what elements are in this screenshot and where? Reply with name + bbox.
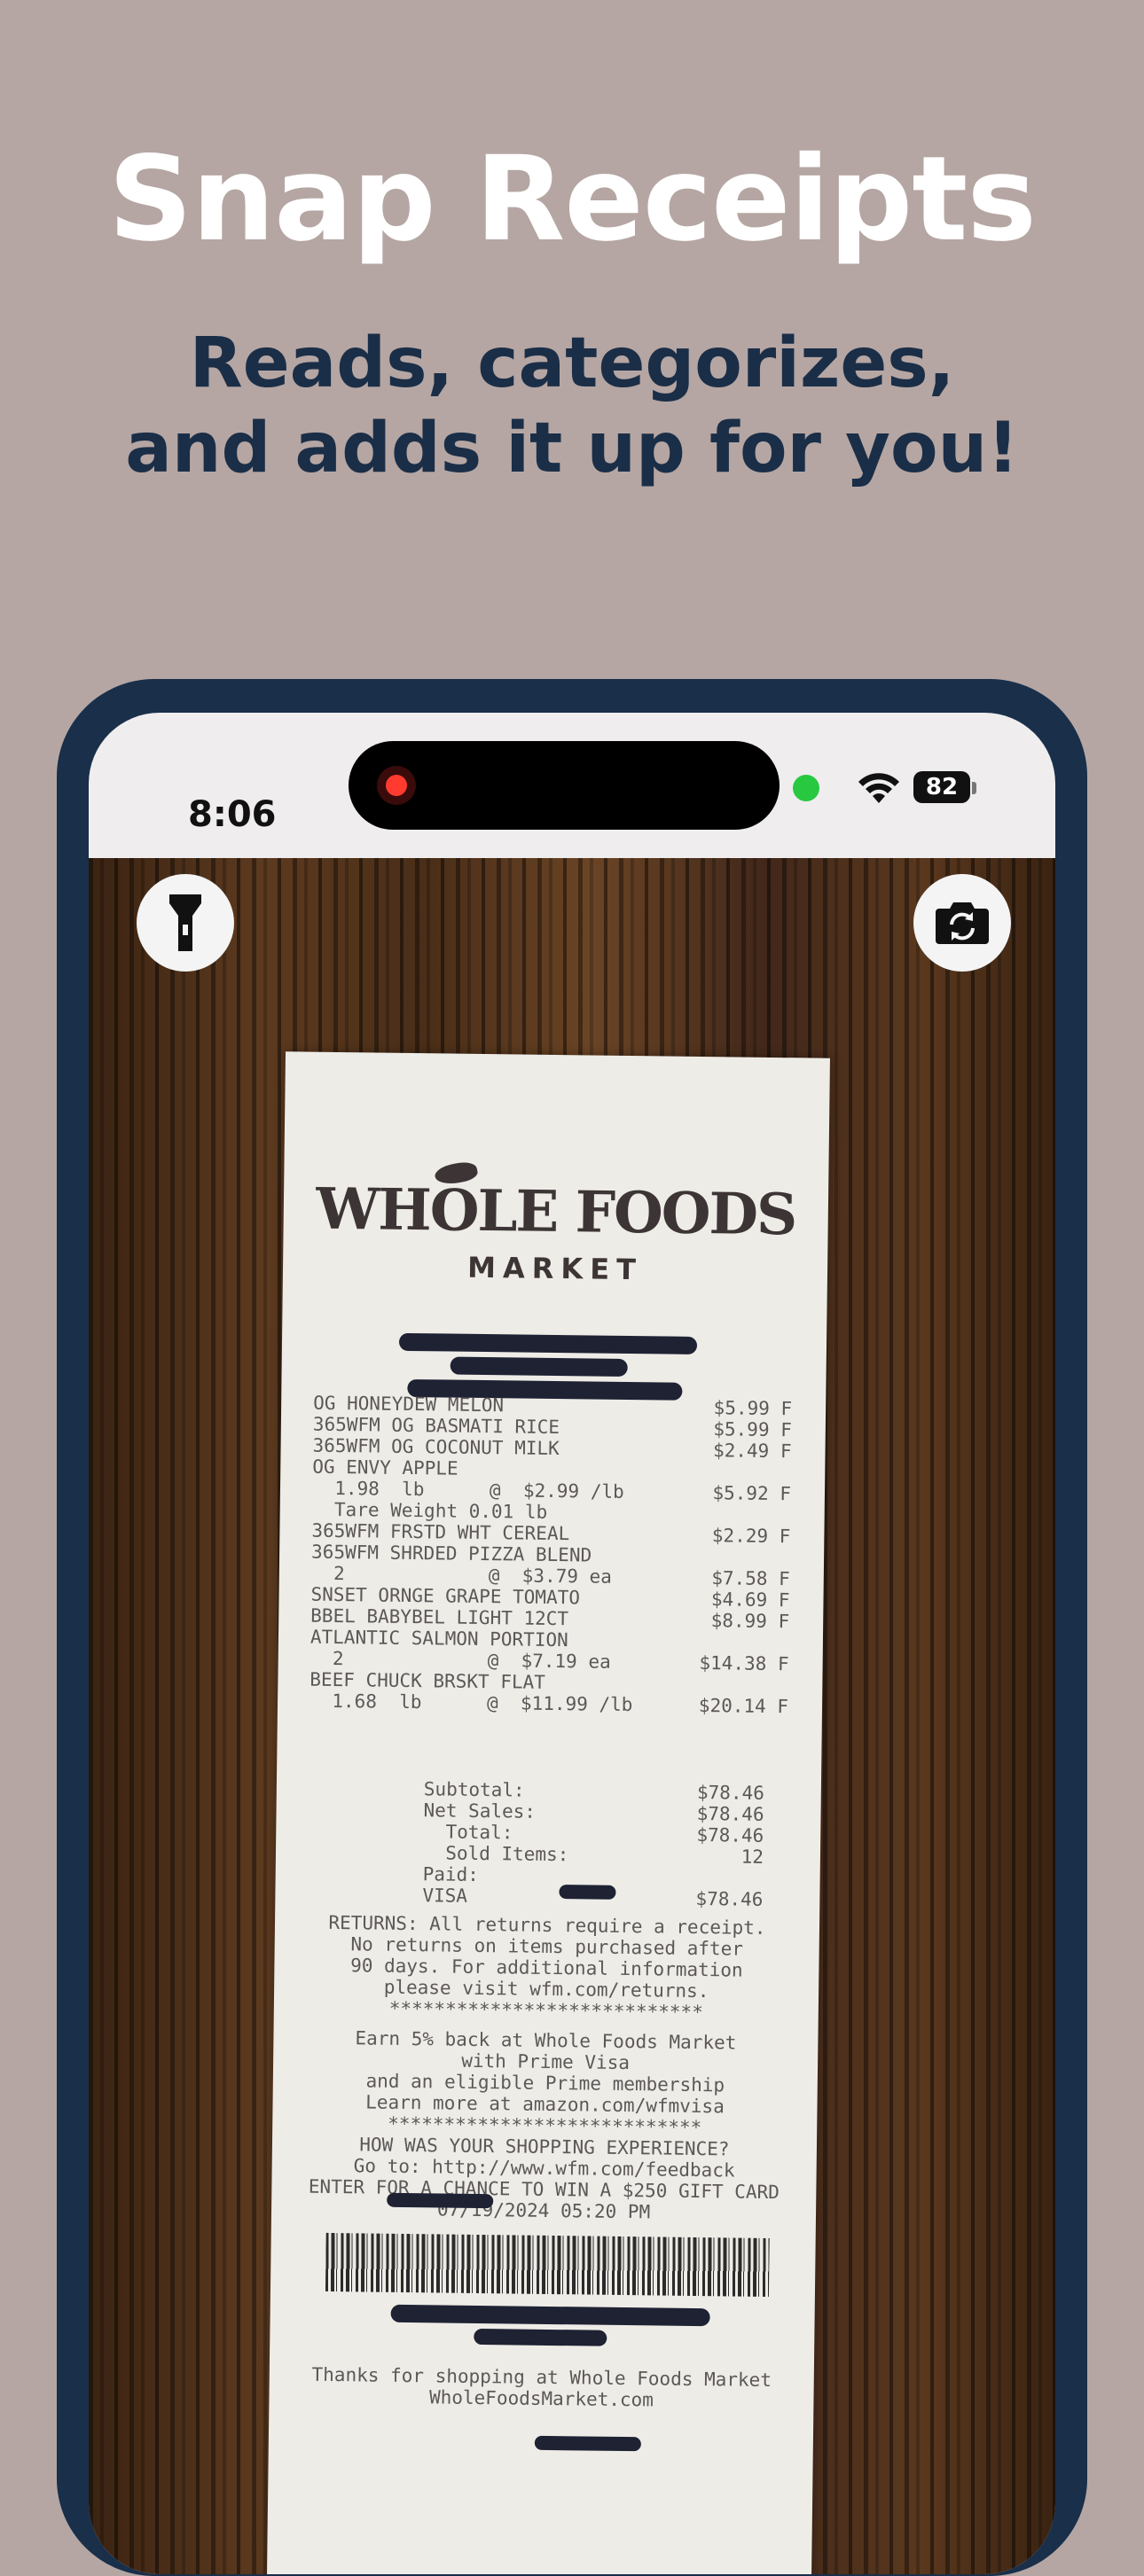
item-name: OG HONEYDEW MELON bbox=[313, 1392, 505, 1417]
phone-frame: 8:06 82 WHOLE FOODS MARKET OG HONEYDEW M… bbox=[57, 679, 1087, 2576]
flashlight-icon bbox=[169, 894, 201, 951]
item-name: Tare Weight 0.01 lb bbox=[311, 1498, 548, 1523]
item-price: $7.58 F bbox=[711, 1567, 790, 1590]
item-price: $4.69 F bbox=[710, 1589, 790, 1612]
item-price: $8.99 F bbox=[710, 1610, 790, 1633]
receipt-photo: WHOLE FOODS MARKET OG HONEYDEW MELON $5.9… bbox=[266, 1051, 830, 2574]
flip-camera-icon bbox=[936, 902, 989, 944]
item-price: $5.99 F bbox=[713, 1397, 793, 1420]
item-price: $2.29 F bbox=[711, 1525, 791, 1548]
item-name: OG ENVY APPLE bbox=[312, 1456, 458, 1479]
receipt-totals: Subtotal: $78.46 Net Sales: $78.46 Total: $7… bbox=[307, 1777, 787, 1911]
redaction-mark bbox=[390, 2304, 710, 2327]
receipt-brand: WHOLE FOODS bbox=[315, 1175, 796, 1249]
redaction-mark bbox=[450, 1356, 628, 1377]
item-price: $5.92 F bbox=[712, 1482, 792, 1505]
total-value: $78.46 bbox=[696, 1781, 764, 1804]
item-name: 2 bbox=[310, 1647, 344, 1670]
total-label: Sold Items: bbox=[422, 1842, 569, 1866]
receipt-item-list: OG HONEYDEW MELON $5.99 F 365WFM OG BASMAT… bbox=[310, 1393, 792, 1718]
item-name: 1.68 lb bbox=[309, 1690, 422, 1713]
item-unit: @ $2.99 /lb bbox=[489, 1479, 624, 1503]
receipt-survey: **************************** HOW WAS YOUR… bbox=[271, 2112, 817, 2224]
item-name: 2 bbox=[310, 1562, 345, 1585]
battery-icon: 82 bbox=[913, 771, 970, 803]
item-name: 1.98 lb bbox=[311, 1477, 425, 1501]
headline: Snap Receipts bbox=[108, 131, 1037, 268]
redaction-mark bbox=[534, 2435, 641, 2452]
item-price: $2.49 F bbox=[712, 1440, 792, 1463]
total-label: VISA bbox=[422, 1885, 468, 1907]
total-label: Subtotal: bbox=[423, 1778, 525, 1801]
receipt-brand-sub: MARKET bbox=[466, 1250, 644, 1287]
item-unit: @ $11.99 /lb bbox=[486, 1692, 633, 1716]
subhead-line-2: and adds it up for you! bbox=[125, 409, 1019, 488]
battery-tip bbox=[972, 782, 976, 794]
total-value: 12 bbox=[740, 1846, 764, 1868]
camera-viewfinder[interactable]: WHOLE FOODS MARKET OG HONEYDEW MELON $5.9… bbox=[89, 858, 1055, 2574]
redaction-mark bbox=[474, 2328, 607, 2346]
item-name: BBEL BABYBEL LIGHT 12CT bbox=[310, 1604, 569, 1630]
redaction-mark bbox=[387, 2192, 494, 2209]
status-time: 8:06 bbox=[188, 794, 277, 835]
camera-in-use-icon bbox=[793, 775, 819, 801]
total-value: $78.46 bbox=[695, 1887, 764, 1910]
subhead-line-1: Reads, categorizes, bbox=[189, 324, 955, 403]
total-label: Total: bbox=[423, 1821, 513, 1844]
flashlight-button[interactable] bbox=[137, 874, 234, 972]
item-unit: @ $7.19 ea bbox=[487, 1650, 611, 1673]
item-name: 365WFM OG COCONUT MILK bbox=[312, 1434, 560, 1460]
receipt-returns-policy: RETURNS: All returns require a receipt. N… bbox=[274, 1911, 819, 2024]
item-name: BEEF CHUCK BRSKT FLAT bbox=[310, 1668, 546, 1693]
item-unit: @ $3.79 ea bbox=[488, 1565, 613, 1588]
redaction-mark bbox=[559, 1885, 616, 1900]
receipt-promo: Earn 5% back at Whole Foods Market with P… bbox=[272, 2026, 818, 2118]
total-label: Paid: bbox=[422, 1863, 480, 1885]
item-price: $20.14 F bbox=[698, 1694, 789, 1718]
item-name: ATLANTIC SALMON PORTION bbox=[310, 1626, 568, 1651]
dynamic-island bbox=[349, 741, 780, 830]
item-name: 365WFM OG BASMATI RICE bbox=[312, 1413, 560, 1439]
total-value: $78.46 bbox=[696, 1802, 764, 1825]
redaction-mark bbox=[398, 1332, 698, 1354]
flip-camera-button[interactable] bbox=[913, 874, 1011, 972]
wifi-icon bbox=[858, 773, 899, 803]
receipt-thanks: Thanks for shopping at Whole Foods Marke… bbox=[269, 2363, 814, 2412]
item-price: $5.99 F bbox=[713, 1418, 792, 1441]
item-name: SNSET ORNGE GRAPE TOMATO bbox=[310, 1583, 581, 1609]
item-name: 365WFM FRSTD WHT CEREAL bbox=[311, 1519, 570, 1545]
subheadline: Reads, categorizes, and adds it up for y… bbox=[0, 321, 1144, 491]
phone-screen: 8:06 82 WHOLE FOODS MARKET OG HONEYDEW M… bbox=[89, 713, 1055, 2574]
total-value: $78.46 bbox=[696, 1823, 764, 1846]
receipt-barcode bbox=[325, 2232, 770, 2298]
item-price: $14.38 F bbox=[699, 1652, 789, 1675]
total-label: Net Sales: bbox=[423, 1799, 537, 1823]
recording-indicator-icon bbox=[377, 766, 416, 805]
